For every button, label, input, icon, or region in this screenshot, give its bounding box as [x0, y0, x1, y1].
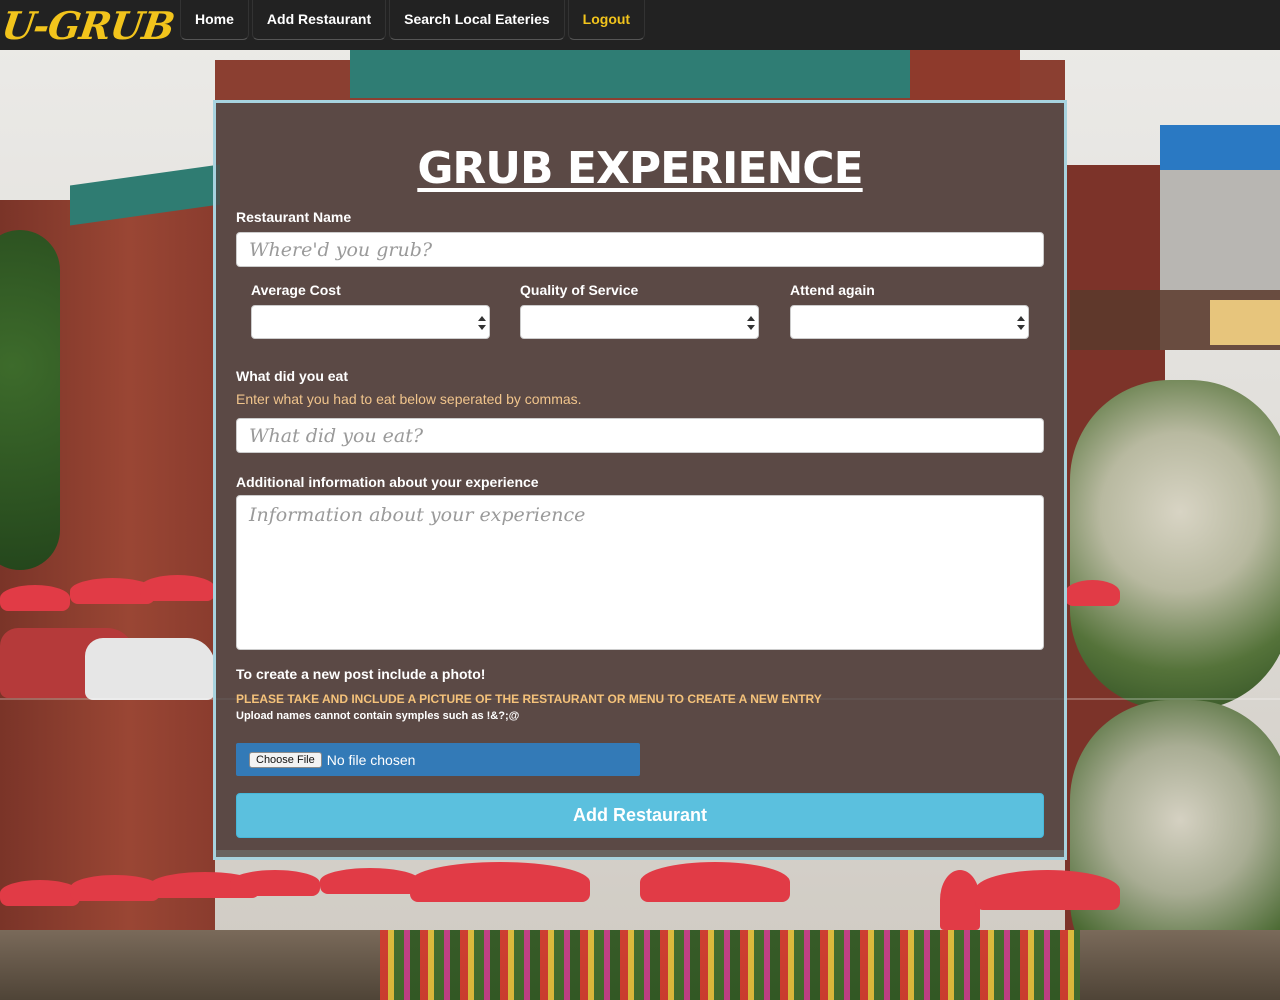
background-umbrella: [0, 880, 80, 906]
brand-logo[interactable]: U-GRUB: [0, 0, 180, 50]
average-cost-label: Average Cost: [251, 282, 341, 298]
what-did-you-eat-input[interactable]: [236, 418, 1044, 453]
upload-name-note: Upload names cannot contain symples such…: [236, 710, 520, 722]
what-did-you-eat-label: What did you eat: [236, 368, 348, 384]
background-umbrella: [1065, 580, 1120, 606]
background-cornice: [350, 50, 910, 98]
background-chimney: [910, 48, 1020, 103]
background-umbrella: [140, 575, 215, 601]
form-title: GRUB EXPERIENCE: [417, 143, 863, 194]
background-umbrella: [410, 862, 590, 902]
additional-info-label: Additional information about your experi…: [236, 474, 539, 490]
background-umbrella: [70, 875, 160, 901]
quality-of-service-select[interactable]: [520, 305, 759, 339]
nav-search-local-eateries-link[interactable]: Search Local Eateries: [389, 0, 565, 40]
background-umbrella: [320, 868, 420, 894]
choose-file-button[interactable]: Choose File: [249, 751, 322, 768]
photo-label: To create a new post include a photo!: [236, 666, 486, 682]
average-cost-select[interactable]: [251, 305, 490, 339]
attend-again-label: Attend again: [790, 282, 875, 298]
background-tree-left: [0, 230, 60, 570]
background-umbrella: [640, 862, 790, 902]
background-umbrella: [940, 870, 980, 930]
background-umbrella: [0, 585, 70, 611]
grub-experience-form: GRUB EXPERIENCE Restaurant Name Average …: [213, 100, 1067, 860]
file-status-text: No file chosen: [326, 751, 416, 768]
photo-file-input[interactable]: Choose File No file chosen: [236, 743, 640, 776]
background-tree-right: [1070, 380, 1280, 710]
nav-links: Home Add Restaurant Search Local Eaterie…: [180, 0, 648, 40]
background-balcony-yellow: [1210, 300, 1280, 345]
what-did-you-eat-hint: Enter what you had to eat below seperate…: [236, 391, 582, 407]
additional-info-textarea[interactable]: [236, 495, 1044, 650]
nav-logout-link[interactable]: Logout: [567, 0, 646, 40]
add-restaurant-button[interactable]: Add Restaurant: [236, 793, 1044, 838]
nav-add-restaurant-link[interactable]: Add Restaurant: [251, 0, 387, 40]
nav-home-link[interactable]: Home: [180, 0, 249, 40]
restaurant-name-label: Restaurant Name: [236, 209, 352, 225]
background-umbrella: [230, 870, 320, 896]
background-flowers: [380, 930, 1080, 1000]
background-umbrella: [975, 870, 1120, 910]
photo-instruction: PLEASE TAKE AND INCLUDE A PICTURE OF THE…: [236, 692, 822, 706]
background-blue-cornice: [1160, 125, 1280, 170]
restaurant-name-input[interactable]: [236, 232, 1044, 267]
attend-again-select[interactable]: [790, 305, 1029, 339]
navbar: U-GRUB Home Add Restaurant Search Local …: [0, 0, 1280, 50]
quality-of-service-label: Quality of Service: [520, 282, 639, 298]
background-car: [85, 638, 215, 700]
